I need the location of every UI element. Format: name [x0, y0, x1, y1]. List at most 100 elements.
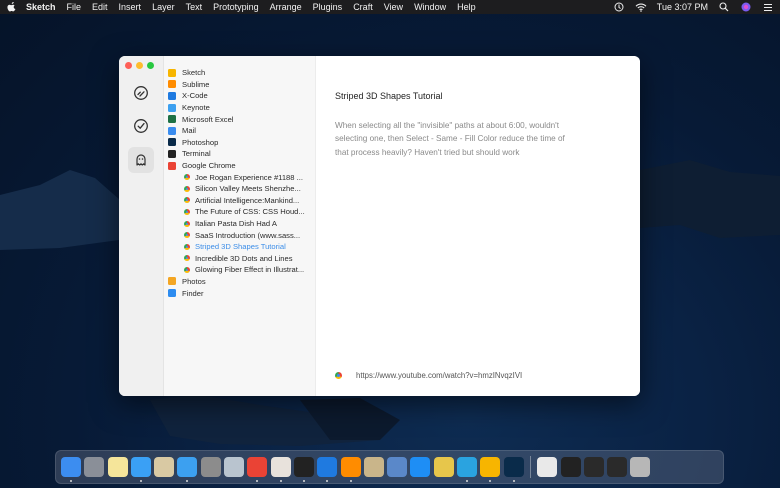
menu-insert[interactable]: Insert [119, 2, 142, 12]
slack-icon[interactable] [270, 457, 291, 482]
menu-arrange[interactable]: Arrange [270, 2, 302, 12]
list-app-item[interactable]: Sketch [164, 67, 315, 79]
list-item-label: Glowing Fiber Effect in Illustrat... [195, 265, 305, 275]
telegram-icon[interactable] [457, 457, 478, 482]
checkmark-icon [134, 119, 148, 133]
siri-icon[interactable] [740, 2, 752, 12]
chrome-icon [184, 174, 190, 181]
list-app-item[interactable]: Google Chrome [164, 160, 315, 172]
sublime-icon [168, 80, 176, 89]
menu-view[interactable]: View [384, 2, 403, 12]
menu-text[interactable]: Text [186, 2, 203, 12]
checklist-button[interactable] [128, 113, 154, 139]
running-indicator [302, 480, 305, 482]
chrome-icon [184, 243, 190, 250]
menu-layer[interactable]: Layer [152, 2, 175, 12]
running-indicator [256, 480, 259, 482]
scroll-lock-icon[interactable] [613, 2, 625, 12]
zoom-button[interactable] [147, 62, 154, 69]
app-store-icon[interactable] [410, 457, 431, 477]
preview-icon[interactable] [363, 457, 384, 477]
list-entry-item[interactable]: Silicon Valley Meets Shenzhe... [164, 183, 315, 195]
archive-icon[interactable] [433, 457, 454, 477]
notes-icon[interactable] [107, 457, 128, 477]
xcode-icon[interactable] [317, 457, 338, 482]
source-url[interactable]: https://www.youtube.com/watch?v=hmzINvqz… [356, 371, 522, 380]
xcode-icon [168, 91, 176, 100]
detail-pane: Striped 3D Shapes Tutorial When selectin… [316, 56, 640, 396]
trash-icon[interactable] [630, 457, 651, 477]
list-entry-item[interactable]: Striped 3D Shapes Tutorial [164, 241, 315, 253]
sublime-icon[interactable] [340, 457, 361, 482]
minimize-button[interactable] [136, 62, 143, 69]
wifi-icon[interactable] [635, 2, 647, 12]
list-entry-item[interactable]: The Future of CSS: CSS Houd... [164, 206, 315, 218]
list-entry-item[interactable]: Incredible 3D Dots and Lines [164, 253, 315, 265]
photoshop-icon[interactable] [503, 457, 524, 482]
ghost-button[interactable] [128, 147, 154, 173]
excel-icon [168, 115, 176, 124]
chrome-icon [184, 220, 190, 227]
list-app-item[interactable]: Microsoft Excel [164, 113, 315, 125]
menu-file[interactable]: File [67, 2, 82, 12]
list-app-item[interactable]: X-Code [164, 90, 315, 102]
finder-icon[interactable] [61, 457, 81, 482]
messages-icon[interactable] [130, 457, 151, 482]
document-icon[interactable] [537, 457, 558, 477]
list-item-label: Italian Pasta Dish Had A [195, 219, 277, 229]
menu-edit[interactable]: Edit [92, 2, 108, 12]
list-app-item[interactable]: Keynote [164, 102, 315, 114]
sketch-icon[interactable] [480, 457, 501, 482]
terminal-icon[interactable] [293, 457, 314, 482]
menu-craft[interactable]: Craft [353, 2, 373, 12]
detail-body[interactable]: When selecting all the "invisible" paths… [335, 119, 575, 159]
close-button[interactable] [125, 62, 132, 69]
list-entry-item[interactable]: Artificial Intelligence:Mankind... [164, 195, 315, 207]
screenshot-icon[interactable] [224, 457, 245, 477]
source-url-row[interactable]: https://www.youtube.com/watch?v=hmzINvqz… [335, 371, 522, 380]
list-entry-item[interactable]: Glowing Fiber Effect in Illustrat... [164, 264, 315, 276]
list-app-item[interactable]: Finder [164, 287, 315, 299]
system-preferences-icon[interactable] [200, 457, 221, 477]
clock[interactable]: Tue 3:07 PM [657, 2, 708, 12]
apple-logo-icon[interactable] [6, 2, 16, 12]
list-app-item[interactable]: Sublime [164, 79, 315, 91]
image-capture-icon[interactable] [387, 457, 408, 477]
list-app-item[interactable]: Mail [164, 125, 315, 137]
menu-sketch[interactable]: Sketch [26, 2, 56, 12]
list-app-item[interactable]: Photos [164, 276, 315, 288]
chrome-icon[interactable] [247, 457, 268, 482]
chrome-icon [335, 372, 342, 379]
list-entry-item[interactable]: Italian Pasta Dish Had A [164, 218, 315, 230]
list-entry-item[interactable]: Joe Rogan Experience #1188 ... [164, 171, 315, 183]
screenshot-thumb-icon[interactable] [607, 457, 628, 477]
list-item-label: Silicon Valley Meets Shenzhe... [195, 184, 301, 194]
list-item-label: Terminal [182, 149, 211, 159]
chrome-icon [184, 232, 190, 239]
running-indicator [489, 480, 492, 482]
list-item-label: SaaS Introduction (www.sass... [195, 230, 301, 240]
list-item-label: Finder [182, 288, 204, 298]
search-icon[interactable] [718, 2, 730, 12]
history-button[interactable] [128, 80, 154, 106]
menu-help[interactable]: Help [457, 2, 476, 12]
clipboard-history-icon [134, 86, 148, 100]
screenshot-thumb-icon[interactable] [583, 457, 604, 477]
menu-prototyping[interactable]: Prototyping [213, 2, 259, 12]
photoshop-icon [168, 138, 176, 147]
list-icon[interactable] [762, 2, 774, 12]
launchpad-icon[interactable] [84, 457, 105, 477]
menu-window[interactable]: Window [414, 2, 446, 12]
keynote-icon[interactable] [177, 457, 198, 482]
menu-plugins[interactable]: Plugins [313, 2, 343, 12]
screenshot-thumb-icon[interactable] [560, 457, 581, 477]
list-item-label: Keynote [182, 103, 210, 113]
clipboard-window: Sketch Sublime X-Code Keynote Microsoft Exce… [119, 56, 640, 396]
list-app-item[interactable]: Photoshop [164, 137, 315, 149]
list-entry-item[interactable]: SaaS Introduction (www.sass... [164, 229, 315, 241]
list-item-label: Photoshop [182, 137, 219, 147]
script-editor-icon[interactable] [154, 457, 175, 477]
dock-separator [529, 456, 531, 478]
list-item-label: Incredible 3D Dots and Lines [195, 253, 293, 263]
list-app-item[interactable]: Terminal [164, 148, 315, 160]
